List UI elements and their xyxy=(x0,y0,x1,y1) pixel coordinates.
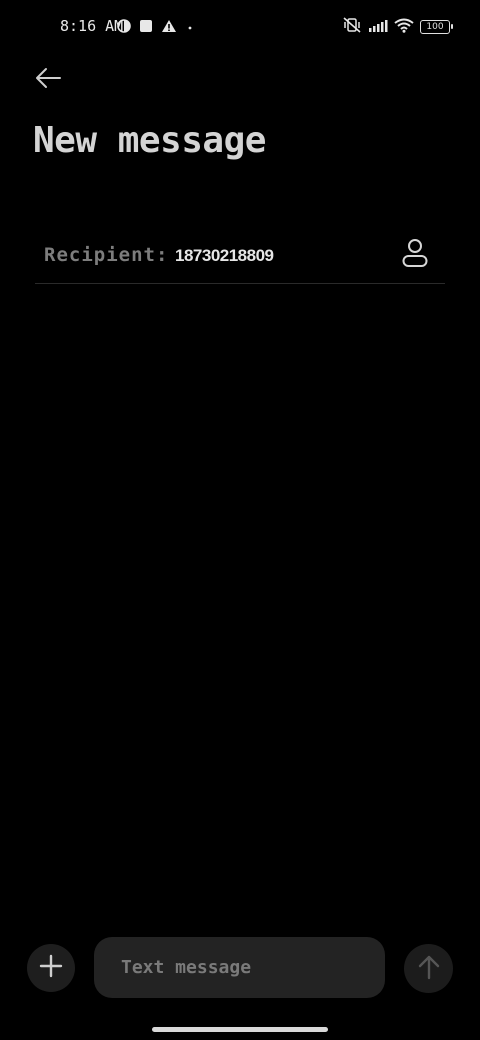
dot-icon xyxy=(185,18,195,37)
status-bar: 8:16 AM 100 xyxy=(0,0,480,56)
data-saver-icon xyxy=(117,18,131,37)
arrow-left-icon xyxy=(34,67,62,93)
contact-picker-button[interactable] xyxy=(399,238,431,272)
home-indicator[interactable] xyxy=(152,1027,328,1032)
recipient-input[interactable]: 18730218809 xyxy=(175,246,274,266)
recipient-label: Recipient: xyxy=(44,244,169,266)
message-input[interactable] xyxy=(94,937,385,998)
arrow-up-icon xyxy=(417,954,441,984)
page-title: New message xyxy=(33,120,266,161)
vibrate-off-icon xyxy=(342,17,362,37)
square-notification-icon xyxy=(139,18,153,37)
warning-icon xyxy=(161,18,177,37)
person-icon xyxy=(401,238,429,272)
send-button[interactable] xyxy=(404,944,453,993)
status-left-icons xyxy=(117,18,195,37)
add-attachment-button[interactable] xyxy=(27,944,75,992)
back-button[interactable] xyxy=(28,62,68,98)
battery-icon: 100 xyxy=(420,20,453,34)
recipient-row[interactable]: Recipient: 18730218809 xyxy=(35,230,445,284)
plus-icon xyxy=(39,954,63,982)
status-time: 8:16 AM xyxy=(60,17,124,35)
signal-icon xyxy=(368,18,388,37)
status-right-icons: 100 xyxy=(342,17,453,37)
wifi-icon xyxy=(394,18,414,37)
